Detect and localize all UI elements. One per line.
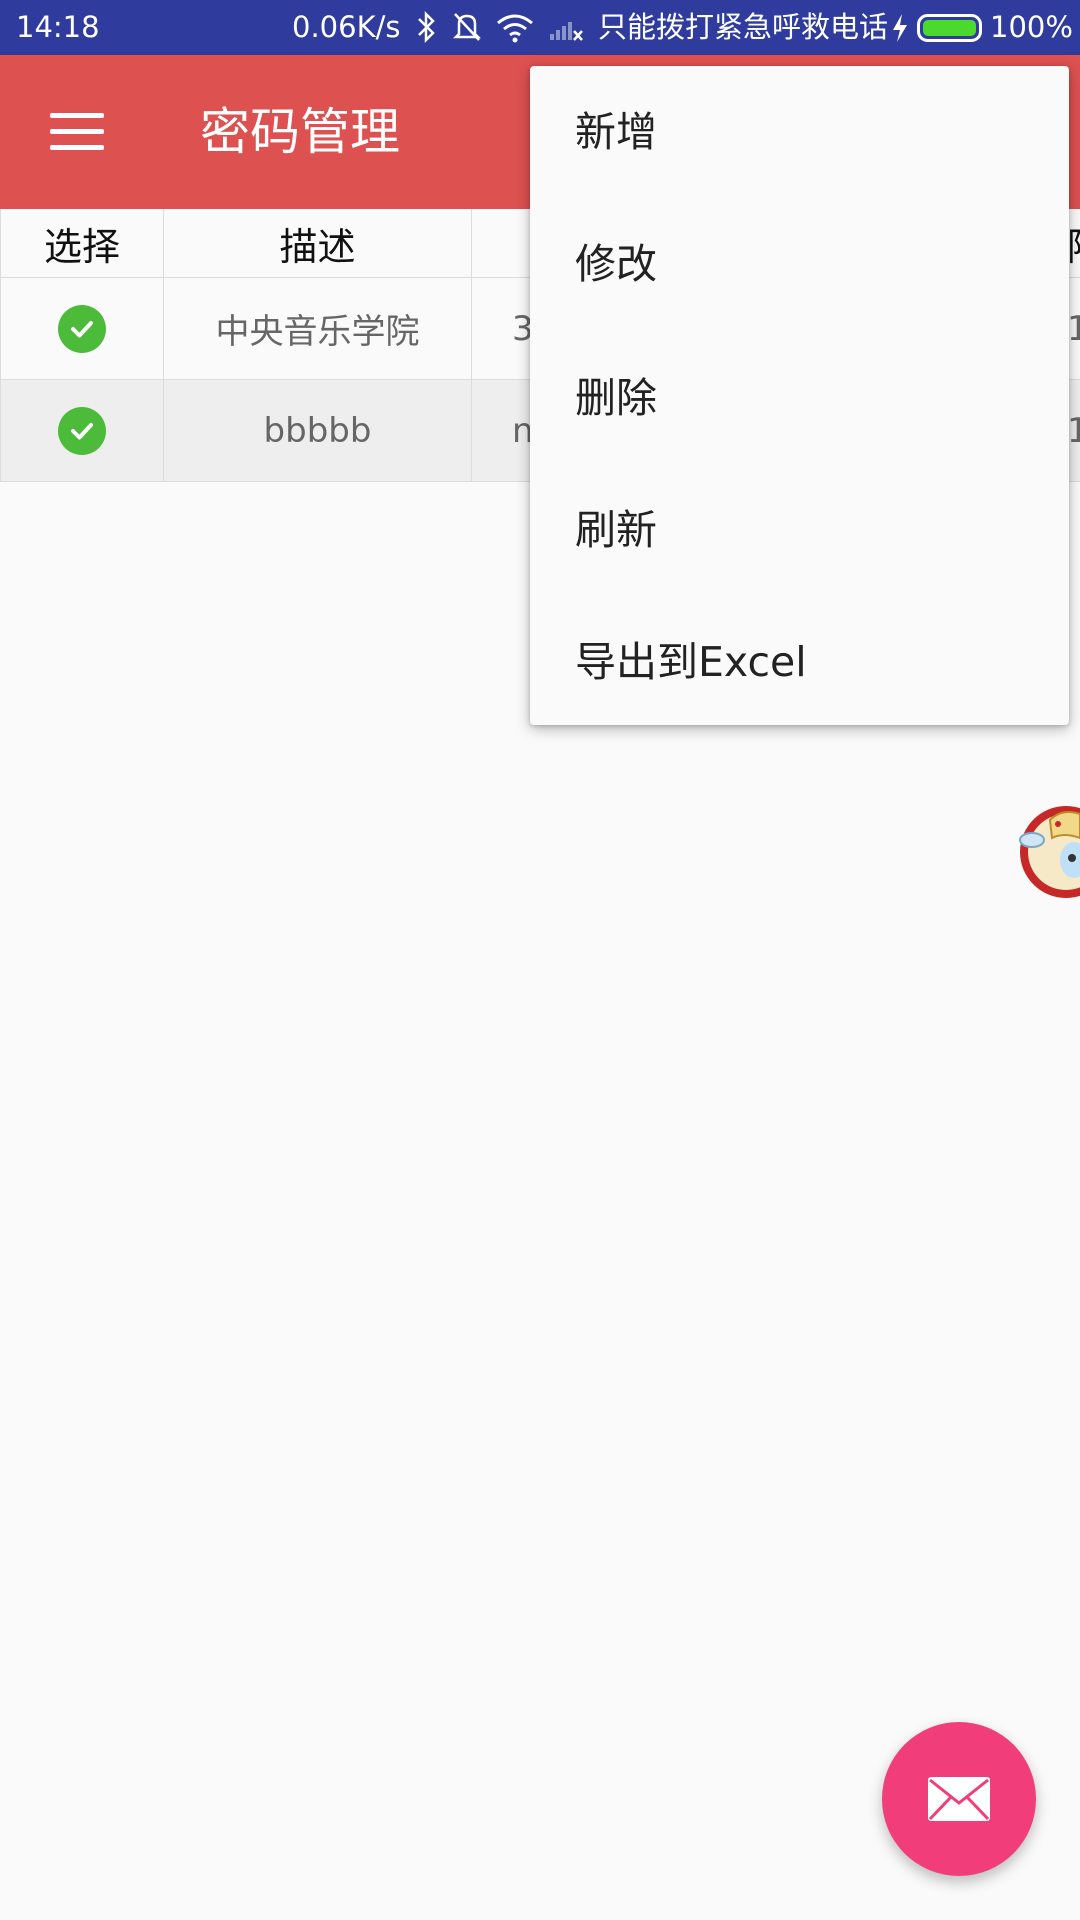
charging-bolt-icon bbox=[893, 14, 907, 42]
column-header-select[interactable]: 选择 bbox=[0, 209, 164, 277]
status-battery-percent: 100% bbox=[990, 10, 1073, 44]
bell-muted-icon bbox=[452, 13, 482, 41]
check-circle-icon[interactable] bbox=[58, 304, 106, 353]
select-cell[interactable] bbox=[0, 380, 164, 481]
check-circle-icon[interactable] bbox=[58, 406, 106, 455]
description-cell: 中央音乐学院 bbox=[164, 278, 472, 379]
status-carrier-text: 只能拨打紧急呼救电话 bbox=[598, 10, 889, 44]
description-cell: bbbbb bbox=[164, 380, 472, 481]
status-net-speed: 0.06K/s bbox=[292, 10, 401, 44]
menu-item-edit[interactable]: 修改 bbox=[575, 234, 657, 294]
wifi-icon bbox=[497, 14, 533, 43]
menu-item-export-excel[interactable]: 导出到Excel bbox=[575, 632, 807, 692]
hamburger-icon[interactable] bbox=[50, 113, 104, 151]
column-header-description[interactable]: 描述 bbox=[164, 209, 472, 277]
menu-item-add[interactable]: 新增 bbox=[575, 102, 657, 162]
battery-icon bbox=[917, 14, 982, 42]
page-title: 密码管理 bbox=[200, 103, 400, 161]
mail-icon bbox=[928, 1777, 990, 1821]
status-bar: 14:18 0.06K/s 只能拨打紧急呼救电话 100% bbox=[0, 0, 1080, 55]
no-signal-icon bbox=[550, 22, 583, 41]
select-cell[interactable] bbox=[0, 278, 164, 379]
mail-fab-button[interactable] bbox=[882, 1722, 1036, 1876]
menu-item-delete[interactable]: 删除 bbox=[575, 368, 657, 428]
status-time: 14:18 bbox=[16, 10, 100, 44]
mascot-icon[interactable] bbox=[1014, 762, 1080, 902]
menu-item-refresh[interactable]: 刷新 bbox=[575, 500, 657, 560]
overflow-menu: 新增 修改 删除 刷新 导出到Excel bbox=[530, 66, 1069, 725]
bluetooth-icon bbox=[418, 10, 435, 44]
